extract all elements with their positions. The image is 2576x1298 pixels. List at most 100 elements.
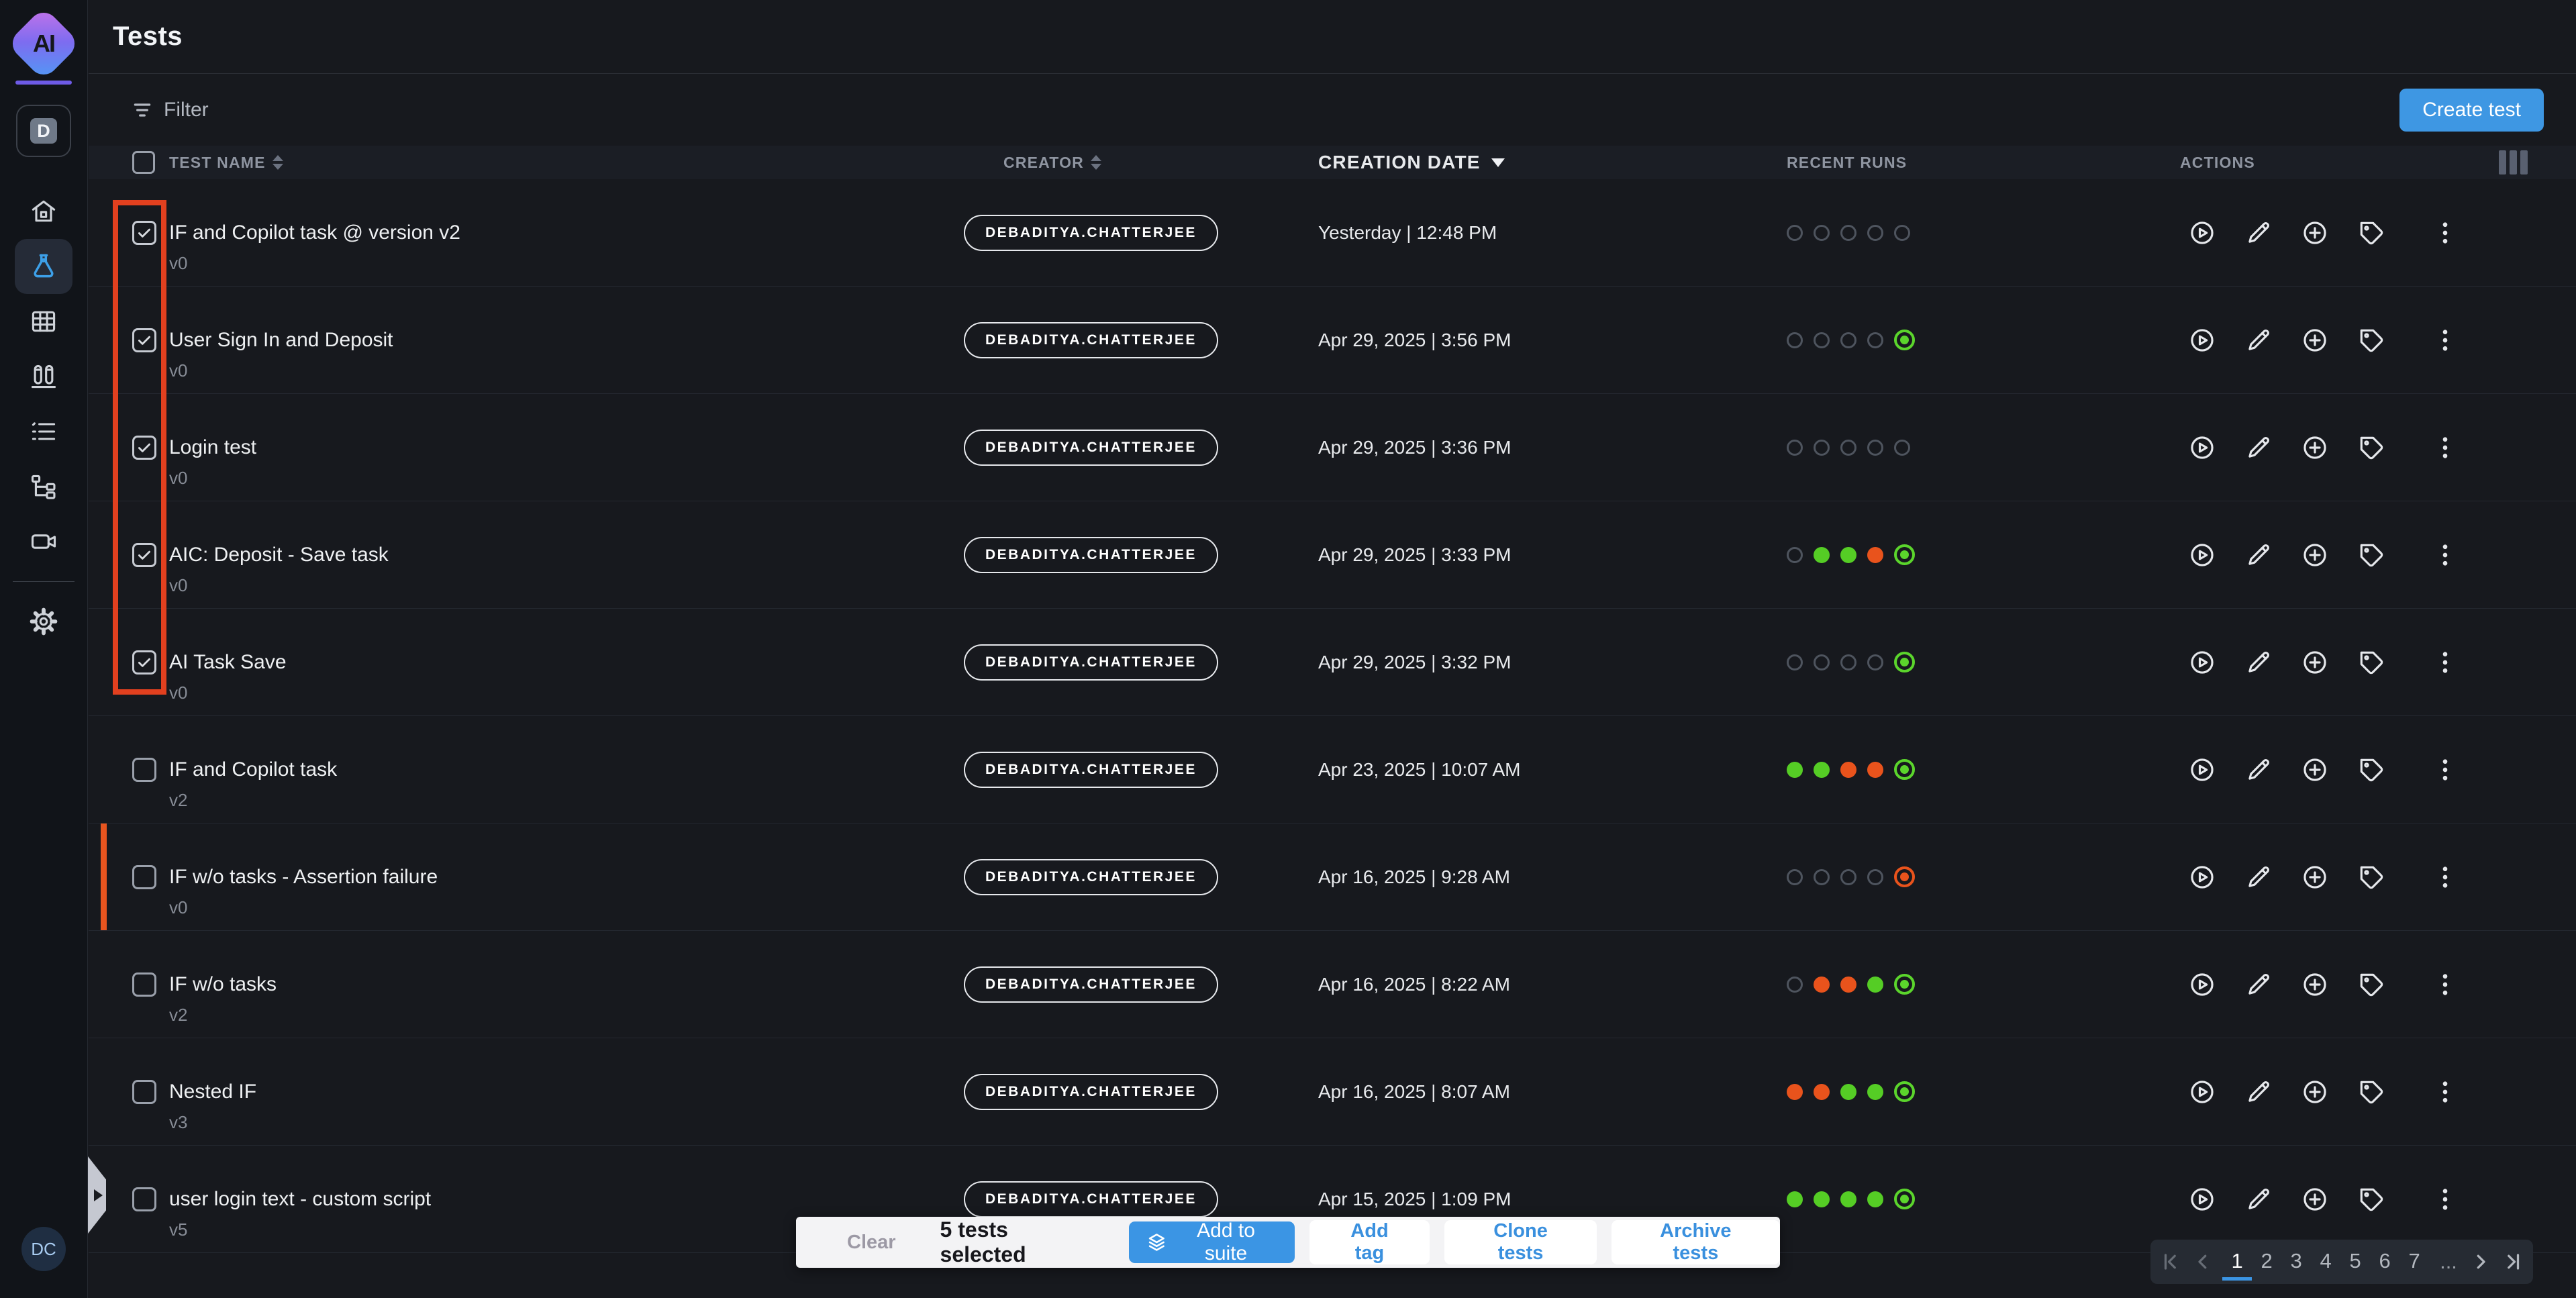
run-test-button[interactable]: [2188, 648, 2216, 677]
add-to-suite-icon-button[interactable]: [2301, 970, 2329, 999]
page-button-4[interactable]: 4: [2311, 1244, 2340, 1281]
table-row[interactable]: IF and Copilot task v2 DEBADITYA.CHATTER…: [89, 716, 2576, 823]
run-test-button[interactable]: [2188, 541, 2216, 569]
clear-selection-button[interactable]: Clear: [847, 1232, 896, 1254]
column-settings-icon[interactable]: [2499, 150, 2528, 174]
row-checkbox[interactable]: [132, 1187, 156, 1211]
run-test-button[interactable]: [2188, 434, 2216, 462]
edit-test-button[interactable]: [2244, 1185, 2273, 1213]
previous-page-button[interactable]: [2190, 1249, 2216, 1275]
sidebar-item-workflow[interactable]: [15, 459, 72, 514]
add-to-suite-icon-button[interactable]: [2301, 648, 2329, 677]
table-row[interactable]: AIC: Deposit - Save task v0 DEBADITYA.CH…: [89, 501, 2576, 609]
sidebar-item-data-tables[interactable]: [15, 294, 72, 349]
test-name[interactable]: AIC: Deposit - Save task: [169, 544, 389, 566]
tag-button[interactable]: [2357, 970, 2385, 999]
edit-test-button[interactable]: [2244, 970, 2273, 999]
run-test-button[interactable]: [2188, 326, 2216, 354]
user-avatar[interactable]: DC: [21, 1227, 66, 1271]
row-checkbox[interactable]: [132, 328, 156, 352]
page-button-7[interactable]: 7: [2399, 1244, 2429, 1281]
next-page-button[interactable]: [2468, 1249, 2493, 1275]
add-to-suite-button[interactable]: Add to suite: [1129, 1221, 1295, 1263]
table-row[interactable]: Login test v0 DEBADITYA.CHATTERJEE Apr 2…: [89, 394, 2576, 501]
create-test-button[interactable]: Create test: [2399, 89, 2544, 132]
row-checkbox[interactable]: [132, 543, 156, 567]
add-to-suite-icon-button[interactable]: [2301, 434, 2329, 462]
edit-test-button[interactable]: [2244, 326, 2273, 354]
page-button-1[interactable]: 1: [2222, 1244, 2252, 1281]
sidebar-item-tests[interactable]: [15, 239, 72, 294]
filter-button[interactable]: Filter: [132, 99, 209, 121]
sidebar-item-home[interactable]: [15, 184, 72, 239]
more-options-button[interactable]: [2431, 1185, 2459, 1213]
more-options-button[interactable]: [2431, 1078, 2459, 1106]
more-options-button[interactable]: [2431, 434, 2459, 462]
row-checkbox[interactable]: [132, 436, 156, 460]
table-row[interactable]: User Sign In and Deposit v0 DEBADITYA.CH…: [89, 287, 2576, 394]
table-row[interactable]: Nested IF v3 DEBADITYA.CHATTERJEE Apr 16…: [89, 1038, 2576, 1146]
add-to-suite-icon-button[interactable]: [2301, 1185, 2329, 1213]
add-to-suite-icon-button[interactable]: [2301, 756, 2329, 784]
last-page-button[interactable]: [2500, 1249, 2526, 1275]
table-row[interactable]: IF w/o tasks - Assertion failure v0 DEBA…: [89, 823, 2576, 931]
first-page-button[interactable]: [2158, 1249, 2183, 1275]
page-button-3[interactable]: 3: [2281, 1244, 2311, 1281]
table-row[interactable]: IF w/o tasks v2 DEBADITYA.CHATTERJEE Apr…: [89, 931, 2576, 1038]
run-test-button[interactable]: [2188, 970, 2216, 999]
test-name[interactable]: IF w/o tasks: [169, 973, 277, 996]
sidebar-item-test-tubes[interactable]: [15, 349, 72, 404]
more-options-button[interactable]: [2431, 648, 2459, 677]
test-name[interactable]: AI Task Save: [169, 651, 287, 674]
tag-button[interactable]: [2357, 1078, 2385, 1106]
tag-button[interactable]: [2357, 863, 2385, 891]
row-checkbox[interactable]: [132, 221, 156, 245]
edit-test-button[interactable]: [2244, 541, 2273, 569]
row-checkbox[interactable]: [132, 972, 156, 997]
table-row[interactable]: IF and Copilot task @ version v2 v0 DEBA…: [89, 179, 2576, 287]
tag-button[interactable]: [2357, 541, 2385, 569]
add-to-suite-icon-button[interactable]: [2301, 541, 2329, 569]
add-to-suite-icon-button[interactable]: [2301, 1078, 2329, 1106]
more-options-button[interactable]: [2431, 326, 2459, 354]
edit-test-button[interactable]: [2244, 1078, 2273, 1106]
test-name[interactable]: User Sign In and Deposit: [169, 329, 393, 352]
edit-test-button[interactable]: [2244, 648, 2273, 677]
tag-button[interactable]: [2357, 219, 2385, 247]
column-header-creator[interactable]: CREATOR: [1003, 154, 1101, 172]
test-name[interactable]: user login text - custom script: [169, 1188, 431, 1211]
column-header-creation-date[interactable]: CREATION DATE: [1318, 152, 1505, 173]
test-name[interactable]: IF and Copilot task @ version v2: [169, 221, 460, 244]
tag-button[interactable]: [2357, 648, 2385, 677]
select-all-checkbox[interactable]: [132, 151, 155, 174]
row-checkbox[interactable]: [132, 758, 156, 782]
row-checkbox[interactable]: [132, 865, 156, 889]
test-name[interactable]: Login test: [169, 436, 256, 459]
page-button-5[interactable]: 5: [2340, 1244, 2370, 1281]
sidebar-item-recordings[interactable]: [15, 514, 72, 569]
workspace-avatar[interactable]: D: [16, 105, 71, 157]
tag-button[interactable]: [2357, 1185, 2385, 1213]
more-options-button[interactable]: [2431, 756, 2459, 784]
more-options-button[interactable]: [2431, 970, 2459, 999]
page-button-2[interactable]: 2: [2252, 1244, 2281, 1281]
tag-button[interactable]: [2357, 756, 2385, 784]
add-tag-button[interactable]: Add tag: [1309, 1220, 1430, 1264]
run-test-button[interactable]: [2188, 219, 2216, 247]
column-header-test-name[interactable]: TEST NAME: [169, 154, 283, 172]
run-test-button[interactable]: [2188, 1185, 2216, 1213]
test-name[interactable]: IF w/o tasks - Assertion failure: [169, 866, 438, 889]
tag-button[interactable]: [2357, 326, 2385, 354]
test-name[interactable]: IF and Copilot task: [169, 758, 337, 781]
sidebar-item-settings[interactable]: [15, 594, 72, 649]
edit-test-button[interactable]: [2244, 863, 2273, 891]
edit-test-button[interactable]: [2244, 219, 2273, 247]
more-options-button[interactable]: [2431, 863, 2459, 891]
run-test-button[interactable]: [2188, 756, 2216, 784]
run-test-button[interactable]: [2188, 863, 2216, 891]
clone-tests-button[interactable]: Clone tests: [1444, 1220, 1596, 1264]
test-name[interactable]: Nested IF: [169, 1081, 256, 1103]
run-test-button[interactable]: [2188, 1078, 2216, 1106]
table-row[interactable]: AI Task Save v0 DEBADITYA.CHATTERJEE Apr…: [89, 609, 2576, 716]
edit-test-button[interactable]: [2244, 756, 2273, 784]
